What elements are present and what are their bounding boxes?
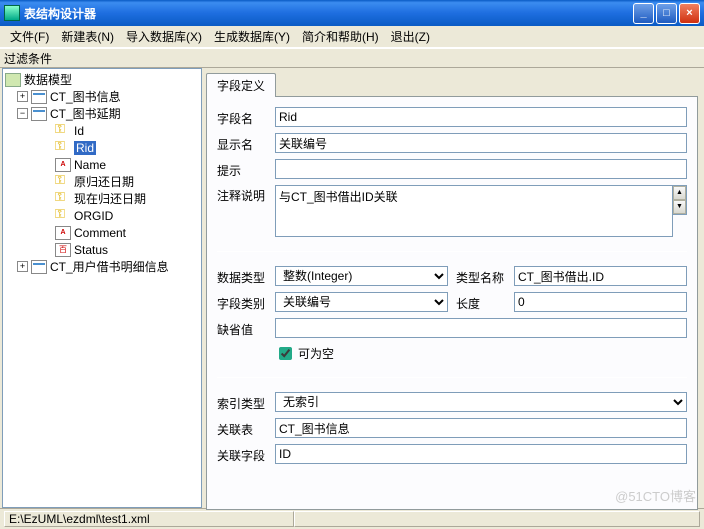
num-field-icon: 百 (55, 243, 71, 257)
menu-exit[interactable]: 退出(Z) (385, 26, 436, 47)
label-note: 注释说明 (217, 185, 275, 204)
tree-table[interactable]: +CT_用户借书明细信息 (5, 258, 199, 275)
label-rel-field: 关联字段 (217, 445, 275, 464)
table-icon (31, 260, 47, 274)
display-name-input[interactable] (275, 133, 687, 153)
label-length: 长度 (456, 293, 514, 312)
tab-field-def[interactable]: 字段定义 (206, 73, 276, 97)
label-display-name: 显示名 (217, 134, 275, 153)
menu-import[interactable]: 导入数据库(X) (120, 26, 208, 47)
key-icon (55, 209, 71, 223)
textarea-scrollbar[interactable]: ▲▼ (673, 185, 687, 215)
scroll-up-icon[interactable]: ▲ (673, 186, 686, 200)
rel-field-input[interactable] (275, 444, 687, 464)
tree-field[interactable]: 百Status (5, 241, 199, 258)
collapse-icon[interactable]: − (17, 108, 28, 119)
menu-help[interactable]: 简介和帮助(H) (296, 26, 385, 47)
key-icon (55, 175, 71, 189)
label-hint: 提示 (217, 160, 275, 179)
table-icon (31, 107, 47, 121)
length-input[interactable] (514, 292, 687, 312)
label-rel-table: 关联表 (217, 419, 275, 438)
menu-generate[interactable]: 生成数据库(Y) (208, 26, 296, 47)
app-icon (4, 5, 20, 21)
label-default: 缺省值 (217, 319, 275, 338)
rel-table-input[interactable] (275, 418, 687, 438)
key-icon (55, 141, 71, 155)
tree-field-selected[interactable]: Rid (5, 139, 199, 156)
data-type-select[interactable]: 整数(Integer) (275, 266, 448, 286)
tree-field[interactable]: 现在归还日期 (5, 190, 199, 207)
menu-file[interactable]: 文件(F) (4, 26, 55, 47)
index-type-select[interactable]: 无索引 (275, 392, 687, 412)
menu-bar: 文件(F) 新建表(N) 导入数据库(X) 生成数据库(Y) 简介和帮助(H) … (0, 26, 704, 48)
key-icon (55, 192, 71, 206)
text-field-icon: A (55, 226, 71, 240)
label-field-kind: 字段类别 (217, 293, 275, 312)
expand-icon[interactable]: + (17, 261, 28, 272)
tree-field[interactable]: Id (5, 122, 199, 139)
default-value-input[interactable] (275, 318, 687, 338)
maximize-button[interactable]: □ (656, 3, 677, 24)
tree-field[interactable]: AName (5, 156, 199, 173)
close-button[interactable]: × (679, 3, 700, 24)
window-title: 表结构设计器 (24, 5, 633, 22)
status-bar: E:\EzUML\ezdml\test1.xml (0, 508, 704, 527)
field-kind-select[interactable]: 关联编号 (275, 292, 448, 312)
menu-new[interactable]: 新建表(N) (55, 26, 120, 47)
filter-label: 过滤条件 (4, 50, 52, 67)
status-panel (294, 511, 700, 527)
table-icon (31, 90, 47, 104)
separator (217, 377, 687, 378)
label-nullable: 可为空 (298, 345, 334, 362)
tree-table[interactable]: +CT_图书信息 (5, 88, 199, 105)
expand-icon[interactable]: + (17, 91, 28, 102)
title-bar: 表结构设计器 _ □ × (0, 0, 704, 26)
tree-view[interactable]: 数据模型 +CT_图书信息 −CT_图书延期 Id Rid AName 原归还日… (2, 68, 202, 508)
status-path: E:\EzUML\ezdml\test1.xml (4, 511, 294, 527)
label-type-name: 类型名称 (456, 267, 514, 286)
text-field-icon: A (55, 158, 71, 172)
nullable-checkbox[interactable] (279, 347, 292, 360)
filter-bar: 过滤条件 (0, 48, 704, 68)
tree-field[interactable]: 原归还日期 (5, 173, 199, 190)
label-index-type: 索引类型 (217, 393, 275, 412)
database-icon (5, 73, 21, 87)
label-field-name: 字段名 (217, 108, 275, 127)
separator (217, 251, 687, 252)
field-name-input[interactable] (275, 107, 687, 127)
note-textarea[interactable]: 与CT_图书借出ID关联 (275, 185, 673, 237)
form-area: 字段定义 字段名 显示名 提示 注释说明与CT_图书借出ID关联▲▼ 数据类型整… (204, 68, 704, 508)
minimize-button[interactable]: _ (633, 3, 654, 24)
label-data-type: 数据类型 (217, 267, 275, 286)
tree-table[interactable]: −CT_图书延期 (5, 105, 199, 122)
hint-input[interactable] (275, 159, 687, 179)
tree-field[interactable]: ORGID (5, 207, 199, 224)
key-icon (55, 124, 71, 138)
tree-root[interactable]: 数据模型 (5, 71, 199, 88)
tree-field[interactable]: AComment (5, 224, 199, 241)
scroll-down-icon[interactable]: ▼ (673, 200, 686, 214)
type-name-input[interactable] (514, 266, 687, 286)
